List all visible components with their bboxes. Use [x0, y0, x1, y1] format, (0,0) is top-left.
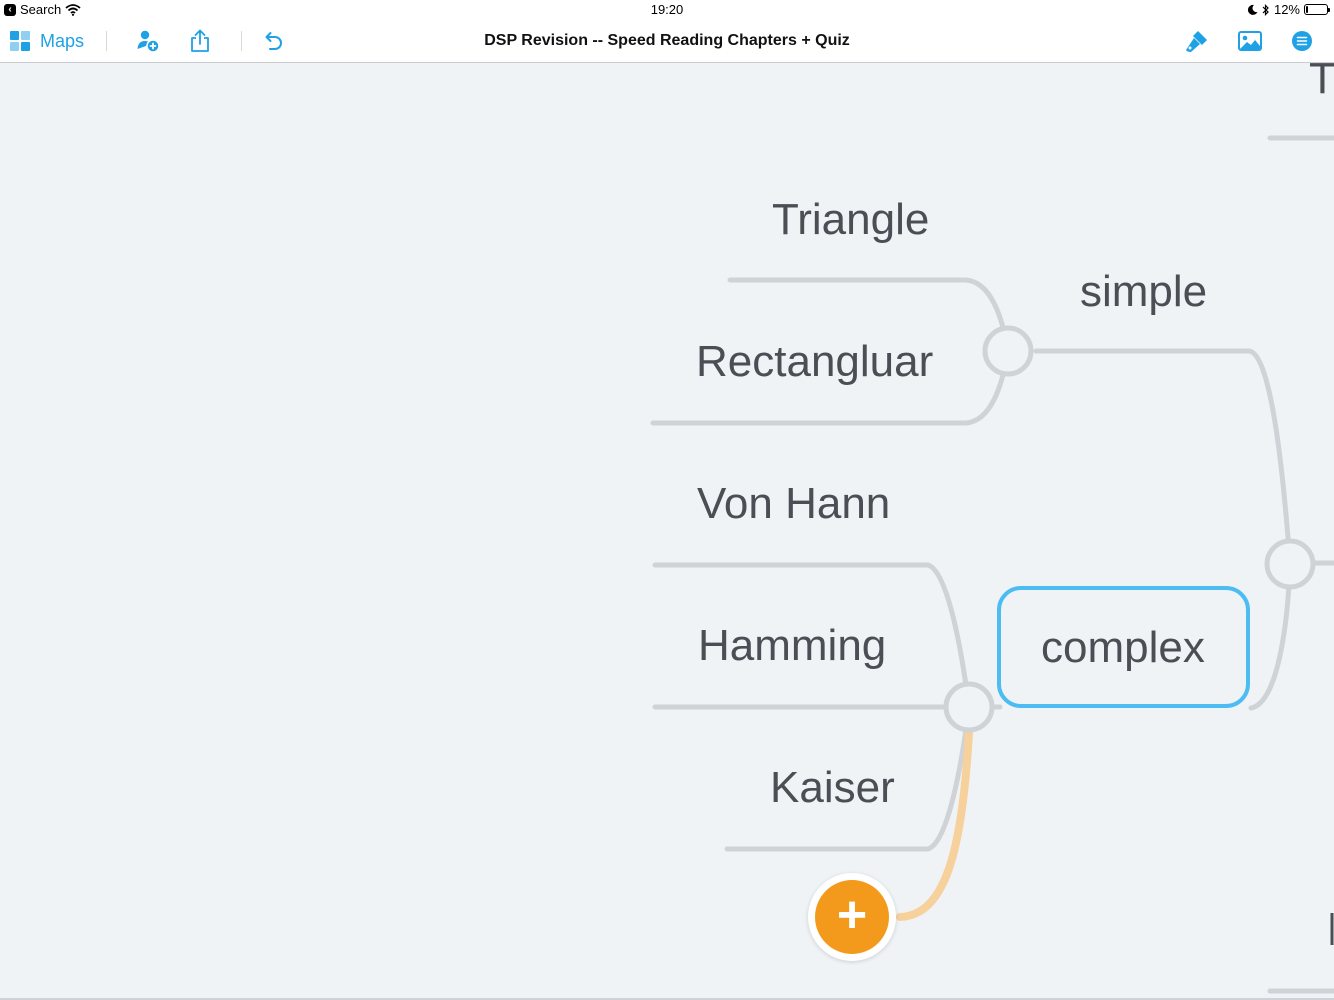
- do-not-disturb-moon-icon: [1247, 4, 1258, 15]
- outline-list-icon: [1292, 31, 1312, 51]
- mind-map-connectors: [650, 135, 1334, 994]
- status-right: 12%: [1247, 2, 1330, 17]
- node-triangle[interactable]: Triangle: [772, 198, 929, 242]
- node-hamming[interactable]: Hamming: [698, 624, 886, 668]
- image-icon: [1238, 31, 1262, 51]
- node-von-hann[interactable]: Von Hann: [697, 482, 890, 526]
- toolbar: Maps DSP Revision -- Speed Reading Chapt…: [0, 20, 1334, 63]
- format-button[interactable]: [1184, 20, 1210, 62]
- collapse-toggle-complex: [943, 681, 995, 733]
- node-kaiser[interactable]: Kaiser: [770, 766, 895, 810]
- battery-icon: [1304, 4, 1330, 15]
- insert-image-button[interactable]: [1238, 20, 1262, 62]
- status-bar: ‹ Search 19:20 12%: [0, 0, 1334, 20]
- bluetooth-icon: [1262, 3, 1269, 16]
- collapse-toggle-simple: [982, 325, 1034, 377]
- node-simple[interactable]: simple: [1080, 270, 1207, 314]
- document-title: DSP Revision -- Speed Reading Chapters +…: [484, 32, 850, 49]
- node-rectangluar[interactable]: Rectangluar: [696, 340, 933, 384]
- node-complex-label: complex: [1041, 623, 1205, 672]
- collapse-toggle-root: [1264, 538, 1316, 590]
- add-child-node-button[interactable]: +: [808, 873, 896, 961]
- plus-icon: +: [815, 880, 889, 954]
- status-time: 19:20: [650, 2, 684, 17]
- mind-map-canvas[interactable]: T Triangle simple Rectangluar Von Hann H…: [0, 57, 1334, 1000]
- branch-line-simple: [1033, 348, 1293, 566]
- format-brush-icon: [1186, 31, 1207, 52]
- battery-percent: 12%: [1273, 2, 1300, 17]
- node-partial-top-right[interactable]: T: [1309, 57, 1334, 101]
- battery-fill: [1306, 6, 1308, 13]
